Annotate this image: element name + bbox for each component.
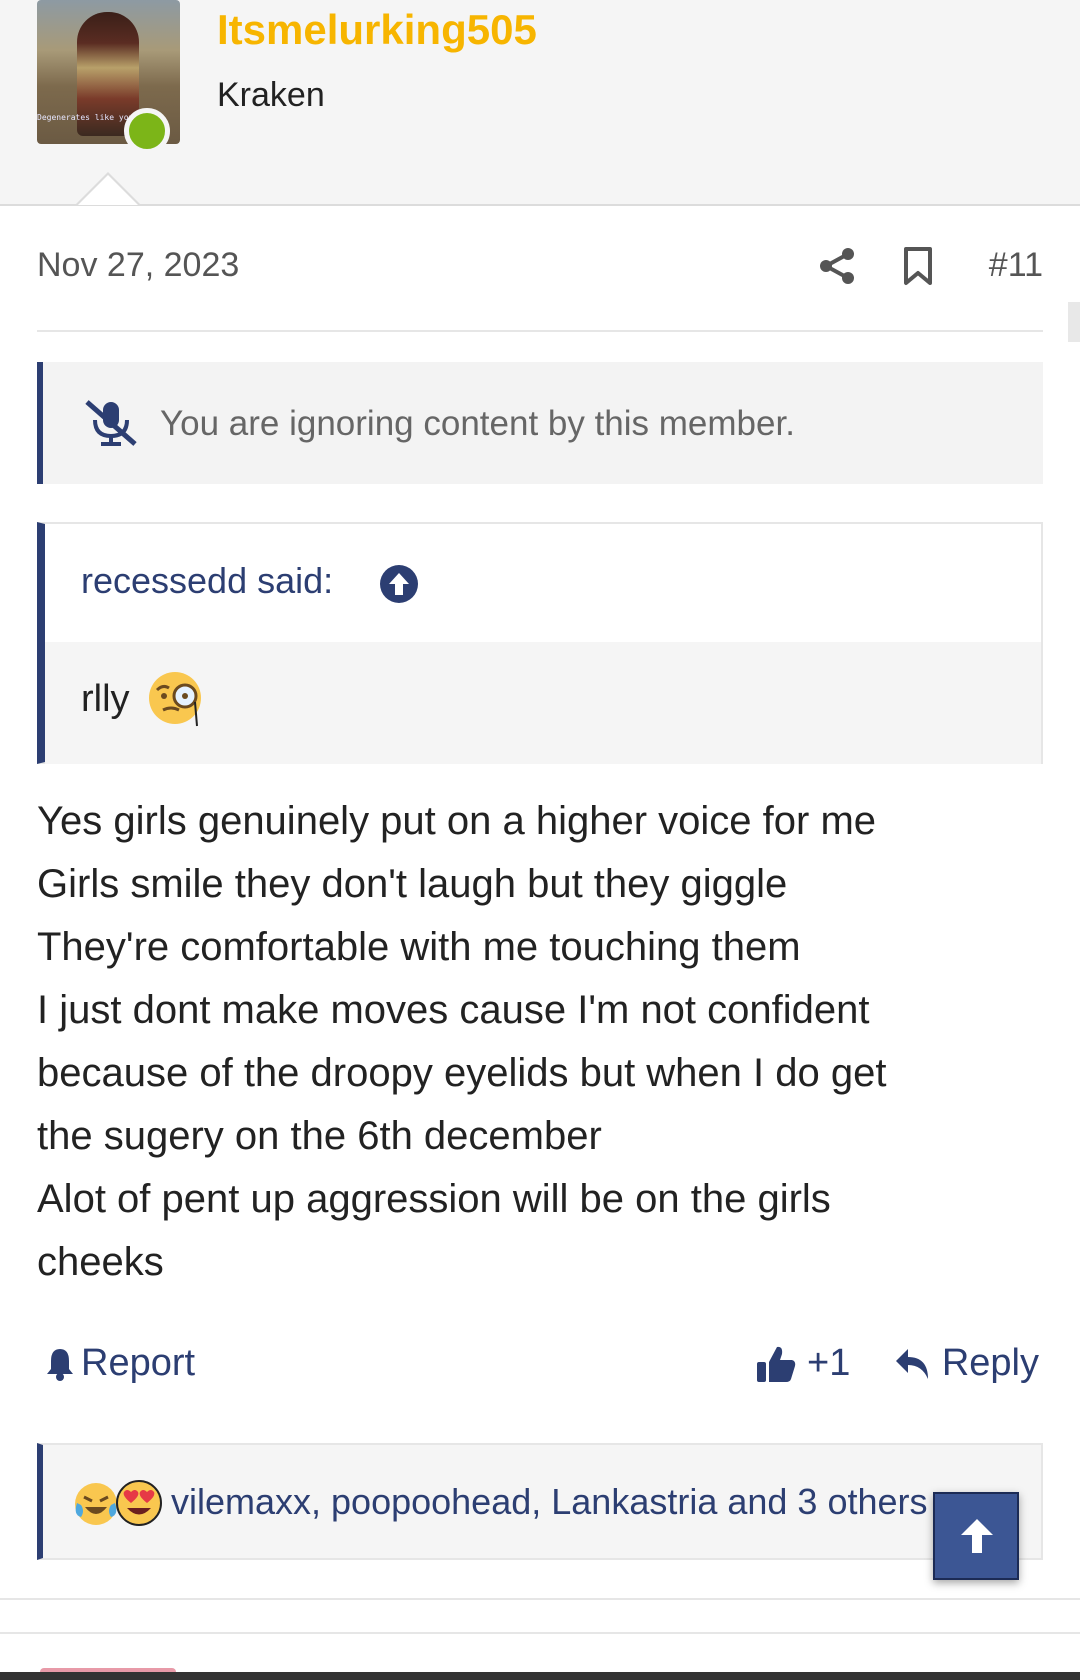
post-actions: Report +1 Reply [37, 1338, 1043, 1398]
user-title: Kraken [217, 76, 325, 114]
monocle-emoji [149, 672, 201, 727]
ignore-notice-text: You are ignoring content by this member. [160, 404, 795, 443]
post-body-line: cheeks [37, 1240, 164, 1284]
reply-arrow-icon [895, 1348, 928, 1379]
laughing-crying-emoji [75, 1483, 117, 1525]
bell-icon [47, 1348, 73, 1381]
post-body-line: Girls smile they don't laugh but they gi… [37, 862, 788, 906]
post-body-line: I just dont make moves cause I'm not con… [37, 988, 870, 1032]
quote-block: recessedd said: rlly [37, 522, 1043, 764]
bookmark-icon[interactable] [901, 246, 935, 286]
reactions-bar[interactable]: vilemaxx, poopoohead, Lankastria and 3 o… [37, 1443, 1043, 1560]
post-body: Yes girls genuinely put on a higher voic… [37, 790, 1043, 1294]
quote-author-link[interactable]: recessedd said: [81, 560, 333, 602]
post-number-link[interactable]: #11 [989, 246, 1043, 285]
next-post-divider [0, 1632, 1080, 1634]
quote-text: rlly [81, 678, 130, 720]
bottom-system-bar [0, 1672, 1080, 1680]
post-divider [0, 1598, 1080, 1600]
scroll-to-top-button[interactable] [933, 1492, 1019, 1580]
reply-button[interactable]: Reply [894, 1342, 1039, 1385]
report-label: Report [81, 1342, 196, 1384]
post-body-line: They're comfortable with me touching the… [37, 925, 801, 969]
thumbs-up-icon [757, 1346, 796, 1382]
reply-label: Reply [941, 1342, 1039, 1384]
scrollbar-tab[interactable] [1068, 302, 1080, 342]
user-header: Degenerates like you bel Itsmelurking505… [0, 0, 1080, 206]
ignore-notice: You are ignoring content by this member. [37, 362, 1043, 484]
heart-eyes-emoji [116, 1480, 162, 1526]
post-date[interactable]: Nov 27, 2023 [37, 246, 239, 285]
report-button[interactable]: Report [45, 1342, 195, 1385]
post-body-line: the sugery on the 6th december [37, 1114, 602, 1158]
post-body-line: Alot of pent up aggression will be on th… [37, 1177, 831, 1221]
post-body-line: because of the droopy eyelids but when I… [37, 1051, 887, 1095]
header-caret [76, 172, 140, 205]
username-link[interactable]: Itsmelurking505 [217, 6, 537, 54]
muted-microphone-icon [85, 400, 137, 446]
reactors-list[interactable]: vilemaxx, poopoohead, Lankastria and 3 o… [171, 1481, 928, 1523]
share-icon[interactable] [817, 246, 857, 286]
post-body-line: Yes girls genuinely put on a higher voic… [37, 799, 877, 843]
like-count: +1 [807, 1342, 851, 1384]
like-button[interactable]: +1 [755, 1342, 850, 1385]
quote-header: recessedd said: [45, 524, 1041, 642]
arrow-up-circle-icon[interactable] [379, 564, 419, 604]
quote-body: rlly [45, 642, 1041, 764]
arrow-up-icon [961, 1519, 993, 1553]
post-meta-bar: Nov 27, 2023 #11 [37, 230, 1043, 332]
online-status-indicator [124, 108, 170, 154]
